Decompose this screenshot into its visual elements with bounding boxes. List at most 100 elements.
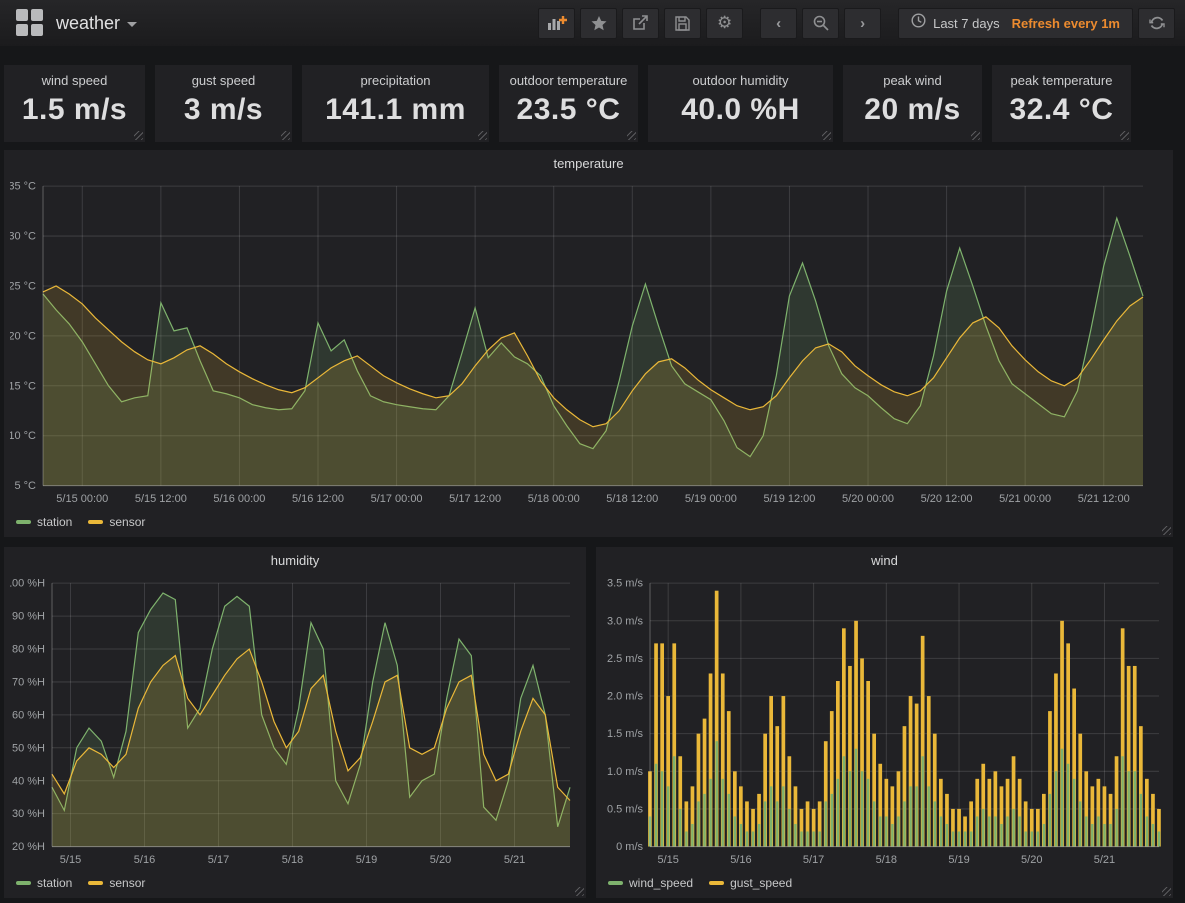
svg-text:2.5 m/s: 2.5 m/s [607, 653, 643, 665]
resize-handle[interactable] [134, 131, 143, 140]
stat-title[interactable]: wind speed [4, 73, 145, 88]
svg-text:15 °C: 15 °C [10, 380, 36, 392]
resize-handle[interactable] [575, 887, 584, 896]
series-color-swatch [608, 881, 623, 885]
stat-title[interactable]: peak wind [843, 73, 982, 88]
stat-title[interactable]: precipitation [302, 73, 489, 88]
temperature-chart-svg[interactable]: 5 °C10 °C15 °C20 °C25 °C30 °C35 °C5/15 0… [10, 176, 1167, 512]
legend-label: station [37, 515, 72, 529]
svg-text:5/16: 5/16 [134, 854, 155, 866]
legend-item-sensor[interactable]: sensor [88, 515, 145, 529]
svg-text:5/17: 5/17 [803, 854, 824, 866]
resize-handle[interactable] [971, 131, 980, 140]
svg-text:25 °C: 25 °C [10, 280, 36, 292]
time-forward-button[interactable]: › [844, 8, 881, 39]
top-nav-bar: weather ⚙ [0, 0, 1185, 46]
stat-panel-gust-speed: gust speed 3 m/s [155, 65, 292, 142]
resize-handle[interactable] [1120, 131, 1129, 140]
panel-humidity: humidity 20 %H30 %H40 %H50 %H60 %H70 %H8… [4, 547, 586, 898]
save-button[interactable] [664, 8, 701, 39]
stat-title[interactable]: peak temperature [992, 73, 1131, 88]
star-button[interactable] [580, 8, 617, 39]
svg-text:5/19 12:00: 5/19 12:00 [763, 493, 815, 505]
legend-item-gust-speed[interactable]: gust_speed [709, 876, 792, 890]
legend-item-station[interactable]: station [16, 515, 72, 529]
svg-text:5/19: 5/19 [948, 854, 969, 866]
svg-text:5/19: 5/19 [356, 854, 377, 866]
time-range-picker[interactable]: Last 7 days Refresh every 1m [898, 8, 1133, 39]
svg-text:0.5 m/s: 0.5 m/s [607, 803, 643, 815]
chevron-left-icon: ‹ [776, 15, 781, 32]
series-color-swatch [88, 881, 103, 885]
svg-text:5/16 12:00: 5/16 12:00 [292, 493, 344, 505]
grafana-dashboards-icon[interactable] [16, 9, 44, 37]
save-icon [675, 16, 690, 31]
svg-text:1.5 m/s: 1.5 m/s [607, 728, 643, 740]
wind-chart[interactable]: 0 m/s0.5 m/s1.0 m/s1.5 m/s2.0 m/s2.5 m/s… [596, 573, 1173, 873]
svg-text:100 %H: 100 %H [10, 578, 45, 590]
stat-title[interactable]: outdoor temperature [499, 73, 638, 88]
wind-legend: wind_speed gust_speed [596, 873, 1173, 899]
svg-text:5/16 00:00: 5/16 00:00 [213, 493, 265, 505]
zoom-out-icon [813, 15, 829, 31]
bottom-row: humidity 20 %H30 %H40 %H50 %H60 %H70 %H8… [4, 547, 1181, 898]
stat-title[interactable]: gust speed [155, 73, 292, 88]
svg-text:5/21 12:00: 5/21 12:00 [1078, 493, 1130, 505]
chevron-down-icon [127, 22, 137, 27]
legend-label: station [37, 876, 72, 890]
stats-row: wind speed 1.5 m/s gust speed 3 m/s prec… [4, 65, 1181, 142]
svg-text:5/21: 5/21 [504, 854, 525, 866]
resize-handle[interactable] [1162, 526, 1171, 535]
resize-handle[interactable] [822, 131, 831, 140]
stat-value: 1.5 m/s [4, 93, 145, 127]
svg-text:5/21 00:00: 5/21 00:00 [999, 493, 1051, 505]
panel-title-humidity[interactable]: humidity [4, 547, 586, 573]
stat-panel-wind-speed: wind speed 1.5 m/s [4, 65, 145, 142]
wind-chart-svg[interactable]: 0 m/s0.5 m/s1.0 m/s1.5 m/s2.0 m/s2.5 m/s… [602, 573, 1167, 873]
svg-text:5/16: 5/16 [730, 854, 751, 866]
time-back-button[interactable]: ‹ [760, 8, 797, 39]
share-button[interactable] [622, 8, 659, 39]
svg-text:5/19 00:00: 5/19 00:00 [685, 493, 737, 505]
resize-handle[interactable] [1162, 887, 1171, 896]
resize-handle[interactable] [627, 131, 636, 140]
resize-handle[interactable] [478, 131, 487, 140]
temperature-chart[interactable]: 5 °C10 °C15 °C20 °C25 °C30 °C35 °C5/15 0… [4, 176, 1173, 512]
settings-button[interactable]: ⚙ [706, 8, 743, 39]
stat-value: 32.4 °C [992, 93, 1131, 127]
svg-text:0 m/s: 0 m/s [616, 841, 643, 853]
series-color-swatch [16, 520, 31, 524]
svg-text:5/17 00:00: 5/17 00:00 [371, 493, 423, 505]
panel-title-temperature[interactable]: temperature [4, 150, 1173, 176]
stat-value: 141.1 mm [302, 93, 489, 127]
stat-panel-peak-temperature: peak temperature 32.4 °C [992, 65, 1131, 142]
add-panel-button[interactable] [538, 8, 575, 39]
humidity-chart[interactable]: 20 %H30 %H40 %H50 %H60 %H70 %H80 %H90 %H… [4, 573, 586, 873]
svg-text:30 °C: 30 °C [10, 231, 36, 243]
svg-text:20 °C: 20 °C [10, 330, 36, 342]
humidity-chart-svg[interactable]: 20 %H30 %H40 %H50 %H60 %H70 %H80 %H90 %H… [10, 573, 580, 873]
refresh-button[interactable] [1138, 8, 1175, 39]
legend-label: sensor [109, 515, 145, 529]
stat-value: 3 m/s [155, 93, 292, 127]
svg-text:5/17: 5/17 [208, 854, 229, 866]
resize-handle[interactable] [281, 131, 290, 140]
legend-item-sensor[interactable]: sensor [88, 876, 145, 890]
svg-text:5/15 12:00: 5/15 12:00 [135, 493, 187, 505]
stat-title[interactable]: outdoor humidity [648, 73, 833, 88]
zoom-out-button[interactable] [802, 8, 839, 39]
star-icon [591, 16, 607, 31]
svg-text:5/21: 5/21 [1094, 854, 1115, 866]
svg-text:5/20 00:00: 5/20 00:00 [842, 493, 894, 505]
panel-title-wind[interactable]: wind [596, 547, 1173, 573]
legend-item-station[interactable]: station [16, 876, 72, 890]
svg-text:60 %H: 60 %H [12, 709, 45, 721]
clock-icon [911, 13, 926, 33]
stat-value: 20 m/s [843, 93, 982, 127]
dashboard-title-dropdown[interactable]: weather [56, 13, 137, 34]
dashboard-title: weather [56, 13, 120, 34]
series-color-swatch [88, 520, 103, 524]
svg-text:3.0 m/s: 3.0 m/s [607, 615, 643, 627]
svg-text:5 °C: 5 °C [14, 480, 36, 492]
legend-item-wind-speed[interactable]: wind_speed [608, 876, 693, 890]
